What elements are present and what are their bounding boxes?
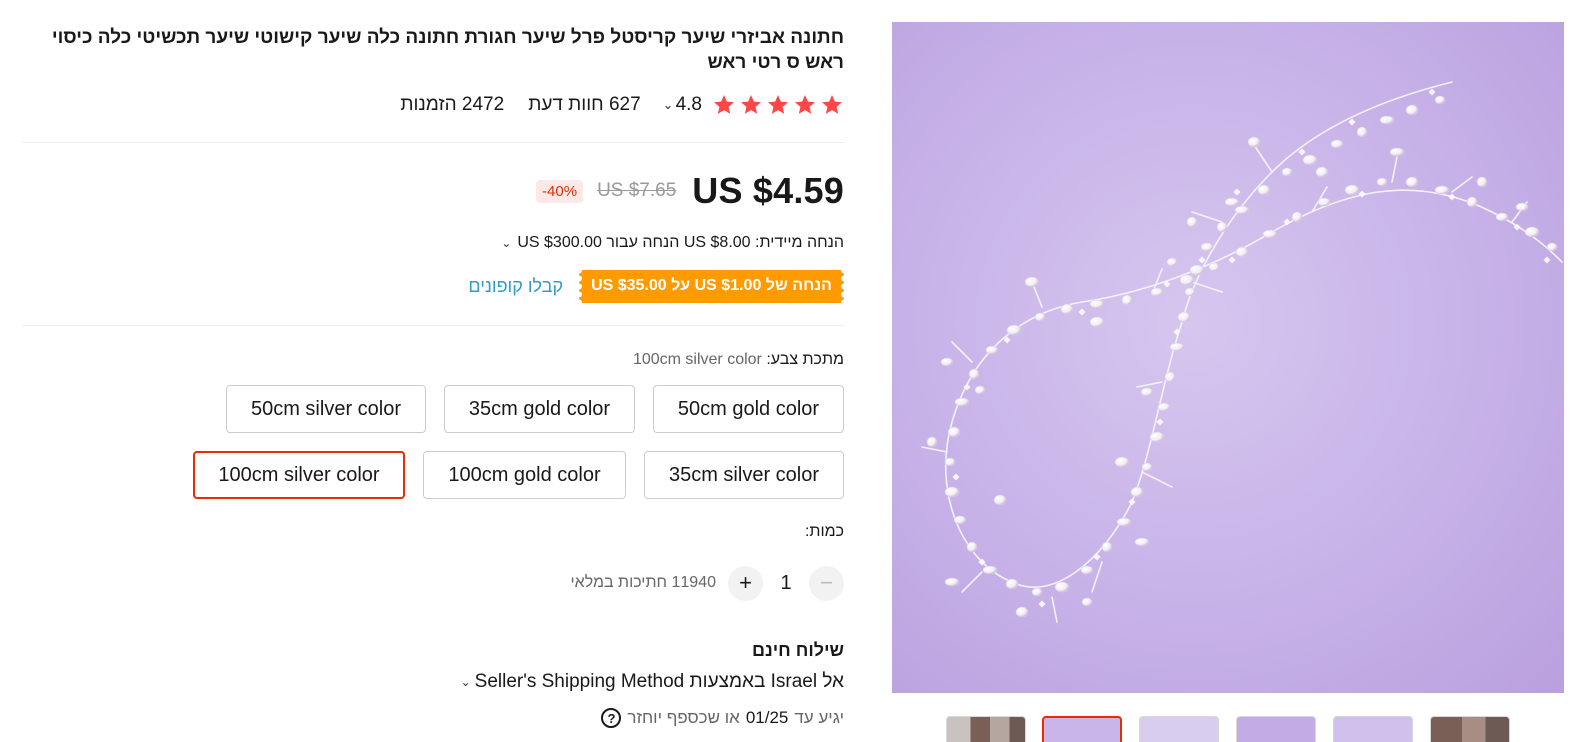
delivery-date: 01/25 [745,708,789,727]
price-row: US $4.59 US $7.65 -40% [536,170,844,212]
reviews-count[interactable]: 627 חוות דעת [528,94,640,116]
variant-option[interactable]: 35cm silver color [644,451,844,499]
quantity-label: כמות: [804,523,844,540]
instant-discount[interactable]: הנחה מיידית: US $8.00 הנחה עבור US $300.… [501,234,844,252]
product-info: חתונה אביזרי שיער קריסטל פרל שיער חגורת … [22,0,844,742]
variant-selected-value: 100cm silver color [632,351,762,368]
product-title: חתונה אביזרי שיער קריסטל פרל שיער חגורת … [51,27,844,73]
image-thumbnails [946,716,1546,742]
orders-count: 2472 הזמנות [400,94,505,115]
instant-discount-text: הנחה מיידית: US $8.00 הנחה עבור US $300.… [517,234,844,251]
delivery-suffix: או שכספף יוחזר [627,708,740,727]
help-icon[interactable]: ? [601,708,622,728]
chevron-down-icon: ⌄ [662,97,674,112]
delivery-prefix: יגיע עד [794,708,844,727]
discount-badge: -40% [536,179,584,203]
rating-stars [712,93,844,117]
variant-option-selected[interactable]: 100cm silver color [193,451,405,499]
shipping-destination[interactable]: אל Israel באמצעות Seller's Shipping Meth… [461,671,844,693]
variant-option[interactable]: 35cm gold color [444,385,635,433]
variant-option[interactable]: 100cm gold color [423,451,626,499]
quantity-value[interactable]: 1 [763,572,809,595]
hair-vine-illustration [921,81,1563,623]
rating-row: 4.8 ⌄ 627 חוות דעת 2472 הזמנות [400,92,844,118]
original-price: US $7.65 [597,180,677,201]
thumbnail-2[interactable] [1042,716,1122,742]
divider [22,325,844,326]
rating-dropdown[interactable]: 4.8 ⌄ [663,94,702,116]
rating-value: 4.8 [675,94,702,115]
star-icon [822,95,842,114]
star-icon [741,95,761,114]
chevron-down-icon: ⌄ [460,675,471,689]
divider [22,142,844,143]
variant-option[interactable]: 50cm silver color [226,385,426,433]
variant-label-text: מתכת צבע: [766,351,844,368]
get-coupons-link[interactable]: קבלו קופונים [468,276,563,297]
chevron-down-icon: ⌄ [501,236,512,250]
decrease-quantity-button[interactable]: − [809,565,844,601]
shipping-destination-text: אל Israel באמצעות Seller's Shipping Meth… [474,671,844,692]
star-icon [795,95,815,114]
product-main-image[interactable] [892,22,1564,693]
thumbnail-4[interactable] [1236,716,1316,742]
coupon-badge: הנחה של US $1.00 על US $35.00 [579,269,844,303]
thumbnail-3[interactable] [1139,716,1219,742]
delivery-estimate: יגיע עד 01/25 או שכספף יוחזר ? [601,708,844,728]
coupon-row: הנחה של US $1.00 על US $35.00 קבלו קופונ… [468,269,844,303]
thumbnail-5[interactable] [1333,716,1413,742]
increase-quantity-button[interactable]: + [728,565,763,601]
star-icon [768,95,788,114]
variant-label: מתכת צבע: 100cm silver color [633,351,844,369]
current-price: US $4.59 [692,170,844,211]
shipping-title: שילוח חינם [751,640,844,660]
thumbnail-6[interactable] [1430,716,1510,742]
quantity-stepper: − 1 + 11940 חתיכות במלאי [570,565,844,601]
star-icon [714,95,734,114]
stock-available: 11940 חתיכות במלאי [570,574,716,591]
thumbnail-1[interactable] [946,716,1026,742]
variant-option[interactable]: 50cm gold color [653,385,844,433]
